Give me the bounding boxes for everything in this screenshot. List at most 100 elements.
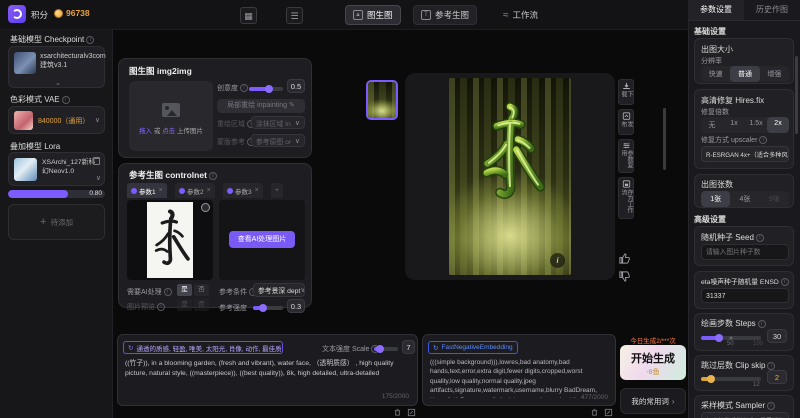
save-workflow-button[interactable]: 存为工作流 bbox=[618, 177, 634, 219]
chevron-down-icon[interactable]: ∨ bbox=[95, 116, 100, 124]
delete-icon[interactable] bbox=[93, 157, 100, 165]
redraw-area-dropdown[interactable]: 涂抹区域 In∨ bbox=[251, 116, 305, 129]
arrow-right-icon: › bbox=[672, 397, 675, 406]
clear-positive-icon[interactable] bbox=[393, 408, 402, 417]
res-normal[interactable]: 普通 bbox=[730, 66, 759, 82]
view-ai-image-button[interactable]: 查看AI处理图片 bbox=[229, 231, 295, 248]
lora-weight-slider[interactable]: 0.80 bbox=[8, 190, 105, 198]
save-workflow-label: 存为工作流 bbox=[620, 189, 632, 216]
hires-none[interactable]: 无 bbox=[701, 117, 723, 133]
canvas-scrollbar[interactable] bbox=[663, 108, 666, 170]
count-4[interactable]: 4张 bbox=[730, 191, 759, 207]
result-thumbnail[interactable] bbox=[366, 80, 398, 120]
checkpoint-card[interactable]: xsarchitecturalv3com建筑v3.1 ⌄ bbox=[8, 46, 105, 88]
close-icon[interactable]: × bbox=[255, 187, 259, 194]
sampler-dropdown[interactable]: 复合扩散采样方式，最灵活的（DP∨ bbox=[701, 412, 789, 418]
calligraphy-yong-glyph bbox=[147, 202, 193, 278]
img2img-panel-title: 图生图 img2img bbox=[129, 65, 192, 77]
controlnet-source-image[interactable] bbox=[147, 202, 193, 278]
image-preview-toggle[interactable]: 是 否 bbox=[177, 299, 209, 311]
preset-tags-pill[interactable]: ↻ 通透的质感, 轻盈, 唯美, 太阳光, 肖像, 动作, 最佳质量 bbox=[123, 341, 283, 354]
negative-prompt-panel: ↻ FastNegativeEmbedding (((simple backgr… bbox=[422, 334, 616, 406]
hires-15x[interactable]: 1.5x bbox=[745, 117, 767, 133]
my-words-button[interactable]: 我的常用词 › bbox=[620, 388, 686, 414]
tab-reference[interactable]: T 参考生图 bbox=[413, 5, 477, 25]
hires-1x[interactable]: 1x bbox=[723, 117, 745, 133]
preview-yes[interactable]: 是 bbox=[177, 299, 192, 311]
hires-title: 高清修复 Hires.fix bbox=[701, 95, 764, 106]
preview-no[interactable]: 否 bbox=[194, 299, 209, 311]
params-tab-settings[interactable]: 参数设置 bbox=[688, 0, 744, 20]
expand-negative-icon[interactable] bbox=[604, 408, 613, 417]
params-scrollbar[interactable] bbox=[795, 56, 798, 134]
steps-slider[interactable] bbox=[701, 336, 761, 340]
redraw-area-label: 重绘区域i bbox=[217, 119, 255, 129]
positive-prompt-text[interactable]: ((竹子)), in a blooming garden, (fresh and… bbox=[125, 359, 413, 393]
scale-slider[interactable] bbox=[374, 347, 398, 351]
ref-strength-value[interactable]: 0.3 bbox=[287, 299, 305, 313]
tab-img2img[interactable]: ▲ 图生图 bbox=[345, 5, 401, 25]
upload-hint: 拖入 或 点击 上传图片 bbox=[129, 125, 213, 135]
seed-input[interactable] bbox=[701, 244, 789, 260]
clip-skip-value[interactable]: 2 bbox=[767, 370, 787, 384]
tab-workflow[interactable]: ≈ 工作流 bbox=[496, 5, 545, 25]
positive-prompt-panel: ↻ 通透的质感, 轻盈, 唯美, 太阳光, 肖像, 动作, 最佳质量 文本强度 … bbox=[117, 334, 418, 406]
refresh-icon[interactable]: ↻ bbox=[433, 344, 438, 352]
res-enhanced[interactable]: 增强 bbox=[760, 66, 789, 82]
scale-value[interactable]: 7 bbox=[402, 340, 415, 354]
hires-2x[interactable]: 2x bbox=[767, 117, 789, 133]
chevron-down-icon[interactable]: ∨ bbox=[96, 174, 101, 182]
negative-embedding-pill[interactable]: ↻ FastNegativeEmbedding bbox=[428, 341, 518, 354]
reuse-params-button[interactable]: 参数复用 bbox=[618, 139, 634, 173]
basic-settings-heading: 基础设置 bbox=[694, 26, 726, 37]
close-icon[interactable]: × bbox=[159, 187, 163, 194]
negative-prompt-text[interactable]: (((simple background))),lowres,bad anato… bbox=[430, 358, 610, 398]
clip-skip-slider[interactable] bbox=[701, 377, 761, 381]
grid-view-icon[interactable]: ▦ bbox=[240, 7, 257, 24]
upscaler-dropdown[interactable]: R-ESRGAN 4x+（适合多种风∨ bbox=[701, 146, 789, 162]
generate-button[interactable]: 开始生成 -8鱼 bbox=[620, 345, 686, 380]
count-1[interactable]: 1张 bbox=[701, 191, 730, 207]
ref-strength-slider[interactable] bbox=[253, 306, 283, 310]
thumbs-up-icon[interactable] bbox=[618, 252, 631, 265]
inpainting-button[interactable]: 局部重绘 inpainting ✎ bbox=[217, 99, 305, 113]
lora-card[interactable]: XSArchi_127新科幻Neov1.0 ∨ bbox=[8, 152, 105, 186]
download-button[interactable]: 下载 bbox=[618, 79, 634, 105]
denoise-value[interactable]: 0.5 bbox=[287, 79, 305, 93]
vae-card[interactable]: 840000（通用） ∨ bbox=[8, 106, 105, 134]
top-bar bbox=[0, 0, 688, 30]
multiplier-label: 修复倍数 bbox=[701, 107, 729, 117]
controlnet-add-tab[interactable]: + bbox=[271, 183, 283, 198]
upload-dropzone[interactable]: 拖入 或 点击 上传图片 bbox=[129, 81, 213, 151]
ensd-title: eta噪声种子随机量 ENSDi bbox=[701, 276, 789, 286]
ensd-input[interactable]: 31337 bbox=[701, 288, 789, 303]
steps-title: 绘画步数 Stepsi bbox=[701, 318, 766, 329]
close-icon[interactable]: × bbox=[207, 187, 211, 194]
params-divider bbox=[688, 20, 800, 21]
controlnet-tab-3[interactable]: 参数3× bbox=[223, 183, 263, 198]
res-fast[interactable]: 快速 bbox=[701, 66, 730, 82]
generated-image[interactable]: i bbox=[449, 78, 571, 275]
denoise-slider[interactable] bbox=[249, 87, 283, 91]
mask-ref-dropdown[interactable]: 参考原图 or∨ bbox=[251, 134, 305, 147]
image-info-icon[interactable]: i bbox=[550, 253, 565, 268]
add-lora-button[interactable]: + 待添加 bbox=[8, 204, 105, 240]
publish-button[interactable]: 发布 bbox=[618, 109, 634, 135]
collapse-icon[interactable]: ⌄ bbox=[55, 79, 61, 87]
refresh-icon[interactable]: ↻ bbox=[128, 344, 133, 352]
ai-process-no[interactable]: 否 bbox=[194, 284, 209, 296]
count-9[interactable]: 9张 bbox=[760, 191, 789, 207]
target-icon[interactable] bbox=[201, 203, 210, 212]
ai-process-toggle[interactable]: 是 否 bbox=[177, 284, 209, 296]
ai-process-yes[interactable]: 是 bbox=[177, 284, 192, 296]
steps-value[interactable]: 30 bbox=[767, 329, 787, 343]
clear-negative-icon[interactable] bbox=[590, 408, 599, 417]
menu-icon[interactable]: ☰ bbox=[286, 7, 303, 24]
thumbs-down-icon[interactable] bbox=[618, 270, 631, 283]
lora-weight-value: 0.80 bbox=[89, 190, 102, 198]
expand-positive-icon[interactable] bbox=[407, 408, 416, 417]
controlnet-tab-1[interactable]: 参数1× bbox=[127, 183, 167, 198]
params-tab-history[interactable]: 历史作图 bbox=[744, 0, 800, 20]
controlnet-tab-2[interactable]: 参数2× bbox=[175, 183, 215, 198]
ref-condition-dropdown[interactable]: 参考景深 dept∨ bbox=[253, 283, 305, 297]
